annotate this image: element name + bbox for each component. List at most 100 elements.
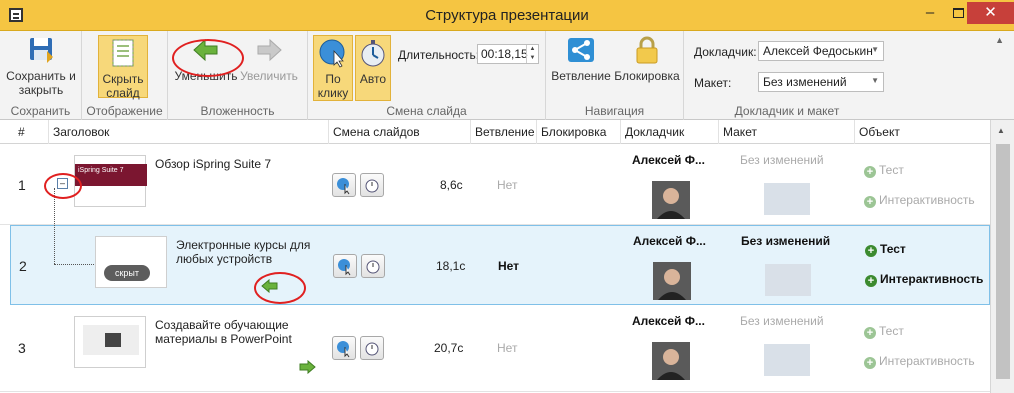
duration-label: Длительность: [398, 48, 480, 62]
decrease-nesting-button[interactable]: Уменьшить [174, 35, 238, 83]
scrollbar-thumb[interactable] [996, 144, 1010, 379]
object-test-label: Тест [879, 324, 904, 338]
hide-slide-icon [107, 38, 139, 68]
col-presenter[interactable]: Докладчик [620, 120, 718, 144]
on-click-toggle[interactable] [333, 254, 357, 278]
layout-value[interactable]: Без изменений [741, 234, 830, 248]
col-object[interactable]: Объект [854, 120, 990, 144]
branch-value[interactable]: Нет [498, 259, 519, 273]
col-branch[interactable]: Ветвление [470, 120, 536, 144]
increase-arrow-icon [253, 35, 285, 65]
save-and-close-button[interactable]: Сохранить и закрыть [6, 35, 76, 97]
on-click-label: По клику [317, 72, 349, 100]
layout-value[interactable]: Без изменений [740, 153, 824, 167]
save-icon [25, 35, 57, 65]
lock-label: Блокировка [614, 69, 680, 83]
group-navigation: Ветвление Блокировка Навигация [546, 31, 684, 120]
slide-title[interactable]: Создавайте обучающие материалы в PowerPo… [155, 318, 305, 346]
object-test[interactable]: + Тест [865, 242, 906, 257]
layout-thumbnail [764, 344, 810, 376]
group-nesting: Уменьшить Увеличить Вложенность [168, 31, 308, 120]
hide-slide-button[interactable]: Скрыть слайд [98, 35, 148, 100]
layout-value[interactable]: Без изменений [740, 314, 824, 328]
plus-icon: + [864, 166, 876, 178]
stopwatch-icon [357, 38, 389, 68]
object-test[interactable]: + Тест [864, 324, 904, 339]
lock-button[interactable]: Блокировка [612, 35, 682, 83]
object-test-label: Тест [880, 242, 906, 256]
group-label-nesting: Вложенность [200, 104, 275, 118]
object-interactivity[interactable]: + Интерактивность [864, 193, 975, 208]
minimize-button[interactable]: – [916, 2, 944, 24]
plus-icon: + [864, 327, 876, 339]
decrease-label: Уменьшить [174, 69, 238, 83]
col-title[interactable]: Заголовок [48, 120, 328, 144]
on-click-toggle[interactable] [332, 336, 356, 360]
scroll-up-icon[interactable]: ▲ [997, 126, 1005, 135]
stopwatch-toggle[interactable] [360, 173, 384, 197]
duration-spinner[interactable]: 00:18,15 ▲ ▼ [477, 44, 539, 64]
hide-slide-label: Скрыть слайд [102, 72, 144, 100]
on-click-icon [317, 38, 349, 68]
indent-left-icon[interactable] [261, 278, 279, 296]
presenter-name[interactable]: Алексей Ф... [632, 153, 705, 167]
branch-icon [565, 35, 597, 65]
object-interactivity[interactable]: + Интерактивность [865, 272, 983, 287]
layout-combo[interactable]: Без изменений ▼ [758, 72, 884, 92]
object-interactivity-label: Интерактивность [879, 193, 975, 207]
group-label-transition: Смена слайда [386, 104, 467, 118]
branch-button[interactable]: Ветвление [551, 35, 611, 83]
slide-title[interactable]: Обзор iSpring Suite 7 [155, 157, 325, 171]
layout-value: Без изменений [763, 75, 847, 89]
slide-thumbnail[interactable] [74, 316, 146, 368]
plus-icon: + [865, 245, 877, 257]
collapse-ribbon-icon[interactable]: ▲ [995, 35, 1004, 45]
vertical-scrollbar[interactable]: ▲ [990, 120, 1014, 393]
branch-value[interactable]: Нет [497, 341, 517, 355]
object-interactivity[interactable]: + Интерактивность [864, 354, 975, 369]
presenter-combo[interactable]: Алексей Федоськин ▼ [758, 41, 884, 61]
window-title: Структура презентации [425, 7, 589, 24]
object-test-label: Тест [879, 163, 904, 177]
ribbon: Сохранить и закрыть Сохранить Скрыть сла… [0, 31, 1014, 120]
table-row[interactable]: 3 Создавайте обучающие материалы в Power… [0, 306, 990, 392]
object-interactivity-label: Интерактивность [880, 272, 984, 286]
branch-value[interactable]: Нет [497, 178, 517, 192]
slide-title[interactable]: Электронные курсы для любых устройств [176, 238, 326, 266]
title-bar: Структура презентации – ✕ [0, 0, 1014, 31]
layout-thumbnail [765, 264, 811, 296]
group-label-save: Сохранить [10, 104, 71, 118]
thumb-video [105, 333, 121, 347]
col-layout[interactable]: Макет [718, 120, 854, 144]
spinner-arrows-icon[interactable]: ▲ ▼ [526, 45, 538, 63]
col-lock[interactable]: Блокировка [536, 120, 620, 144]
table-row[interactable]: 1 – iSpring Suite 7 Обзор iSpring Suite … [0, 145, 990, 225]
increase-nesting-button[interactable]: Увеличить [236, 35, 302, 83]
auto-button[interactable]: Авто [355, 35, 391, 101]
row-number: 3 [18, 340, 26, 356]
col-transition[interactable]: Смена слайдов [328, 120, 470, 144]
plus-icon: + [865, 275, 877, 287]
stopwatch-toggle[interactable] [360, 336, 384, 360]
slides-grid: # Заголовок Смена слайдов Ветвление Блок… [0, 120, 1014, 393]
stopwatch-toggle[interactable] [361, 254, 385, 278]
avatar [652, 342, 690, 380]
group-transition: По клику Авто Длительность: 00:18,15 ▲ ▼ … [308, 31, 546, 120]
slide-thumbnail[interactable]: iSpring Suite 7 [74, 155, 147, 207]
slide-thumbnail[interactable]: скрыт [95, 236, 167, 288]
maximize-icon [952, 8, 964, 18]
indent-right-icon[interactable] [298, 359, 316, 377]
collapse-icon[interactable]: – [57, 178, 68, 189]
table-row-selected[interactable]: 2 скрыт Электронные курсы для любых устр… [10, 188, 990, 305]
close-button[interactable]: ✕ [967, 2, 1014, 24]
presenter-name[interactable]: Алексей Ф... [633, 234, 706, 248]
group-presenter: Докладчик: Алексей Федоськин ▼ Макет: Бе… [684, 31, 890, 120]
object-test[interactable]: + Тест [864, 163, 904, 178]
tree-line [54, 188, 55, 264]
on-click-button[interactable]: По клику [313, 35, 353, 101]
presenter-name[interactable]: Алексей Ф... [632, 314, 705, 328]
col-num[interactable]: # [14, 120, 50, 144]
on-click-toggle[interactable] [332, 173, 356, 197]
object-interactivity-label: Интерактивность [879, 354, 975, 368]
lock-icon [631, 35, 663, 65]
